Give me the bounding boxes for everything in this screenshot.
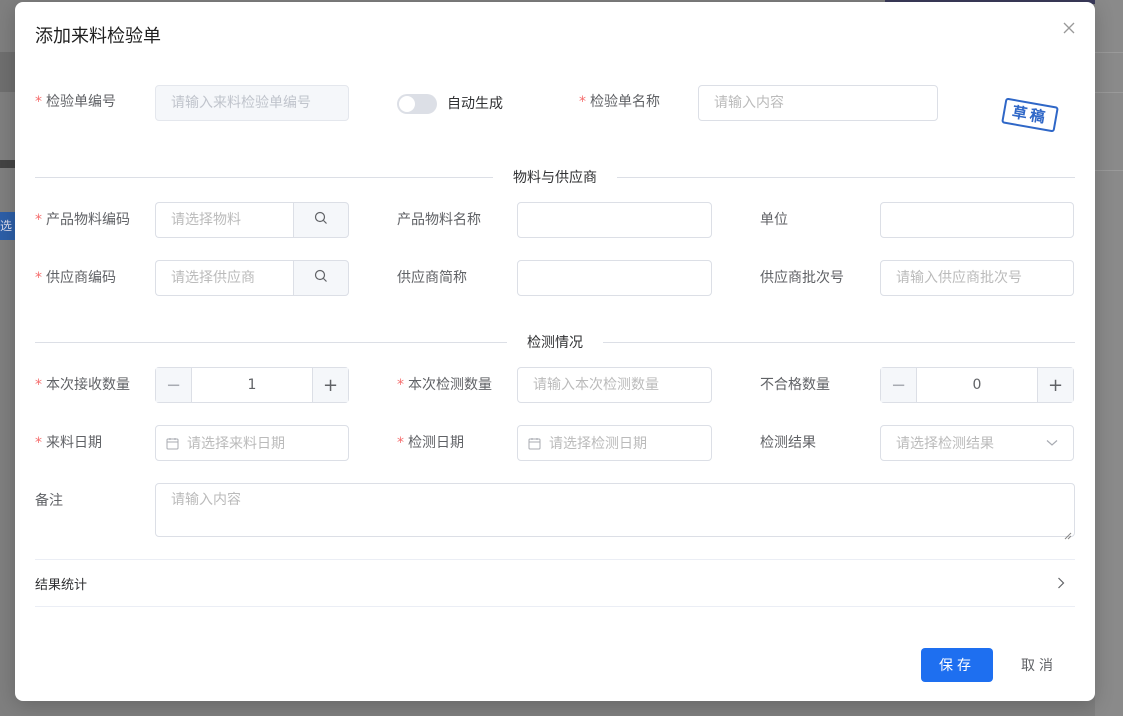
- add-inspection-dialog: 添加来料检验单 * 检验单编号 请输入来料检验单编号 自动生成 * 检验单名称 请输…: [15, 2, 1095, 701]
- unqualified-qty-decrease-button[interactable]: −: [881, 368, 917, 402]
- collapse-title: 结果统计: [35, 577, 88, 593]
- resize-grip-icon[interactable]: [1064, 526, 1072, 540]
- receive-qty-increase-button[interactable]: +: [312, 368, 348, 402]
- inspection-name-label: * 检验单名称: [579, 94, 660, 110]
- item-code-input[interactable]: 请选择物料: [155, 202, 293, 238]
- check-date-label: * 检测日期: [397, 435, 464, 451]
- inspection-code-label: * 检验单编号: [35, 94, 116, 110]
- section-title-material: 物料与供应商: [493, 168, 617, 188]
- check-result-label: 检测结果: [760, 435, 816, 451]
- check-date-placeholder: 请选择检测日期: [549, 436, 647, 452]
- vendor-code-input[interactable]: 请选择供应商: [155, 260, 293, 296]
- unqualified-qty-label: 不合格数量: [760, 377, 830, 393]
- unqualified-qty-value[interactable]: 0: [917, 368, 1037, 402]
- receive-qty-stepper: − 1 +: [155, 367, 349, 403]
- search-icon: [314, 269, 328, 287]
- background-side-tag: 选: [0, 212, 15, 240]
- inspection-name-input[interactable]: 请输入内容: [698, 85, 938, 121]
- save-button[interactable]: 保存: [921, 648, 993, 682]
- vendor-nick-input[interactable]: [517, 260, 712, 296]
- receive-date-placeholder: 请选择来料日期: [187, 436, 285, 452]
- background-right-edge: [1095, 0, 1123, 716]
- inspection-code-input[interactable]: 请输入来料检验单编号: [155, 85, 349, 121]
- result-stats-collapse[interactable]: 结果统计: [35, 559, 1075, 607]
- check-date-picker[interactable]: 请选择检测日期: [517, 425, 712, 461]
- vendor-code-label: * 供应商编码: [35, 270, 116, 286]
- toggle-knob: [399, 96, 415, 112]
- unit-label: 单位: [760, 212, 788, 228]
- chevron-right-icon: [1057, 577, 1065, 589]
- auto-generate-label: 自动生成: [447, 96, 503, 112]
- check-result-select[interactable]: 请选择检测结果: [880, 425, 1074, 461]
- remark-label: 备注: [35, 493, 63, 509]
- close-icon[interactable]: [1063, 20, 1075, 38]
- chevron-down-icon: [1046, 435, 1058, 451]
- search-icon: [314, 211, 328, 229]
- unit-input[interactable]: [880, 202, 1074, 238]
- draft-stamp: 草稿: [1001, 97, 1059, 133]
- auto-generate-toggle[interactable]: [397, 94, 437, 114]
- vendor-batch-label: 供应商批次号: [760, 270, 844, 286]
- cancel-button[interactable]: 取消: [1005, 648, 1073, 682]
- unqualified-qty-increase-button[interactable]: +: [1037, 368, 1073, 402]
- receive-qty-label: * 本次接收数量: [35, 377, 130, 393]
- check-qty-input[interactable]: 请输入本次检测数量: [517, 367, 712, 403]
- remark-textarea[interactable]: 请输入内容: [155, 483, 1075, 540]
- vendor-batch-input[interactable]: 请输入供应商批次号: [880, 260, 1074, 296]
- receive-date-picker[interactable]: 请选择来料日期: [155, 425, 349, 461]
- check-result-placeholder: 请选择检测结果: [896, 436, 994, 452]
- remark-placeholder: 请输入内容: [171, 492, 241, 508]
- background-bar: [0, 160, 15, 168]
- dialog-title: 添加来料检验单: [35, 26, 161, 47]
- section-title-check: 检测情况: [507, 333, 603, 353]
- item-name-input[interactable]: [517, 202, 712, 238]
- item-code-label: * 产品物料编码: [35, 212, 130, 228]
- calendar-icon: [166, 437, 179, 450]
- item-code-input-group: 请选择物料: [155, 202, 349, 238]
- check-qty-label: * 本次检测数量: [397, 377, 492, 393]
- vendor-search-button[interactable]: [293, 260, 349, 296]
- vendor-code-input-group: 请选择供应商: [155, 260, 349, 296]
- vendor-nick-label: 供应商简称: [397, 270, 467, 286]
- receive-qty-decrease-button[interactable]: −: [156, 368, 192, 402]
- unqualified-qty-stepper: − 0 +: [880, 367, 1074, 403]
- item-name-label: 产品物料名称: [397, 212, 481, 228]
- item-search-button[interactable]: [293, 202, 349, 238]
- receive-date-label: * 来料日期: [35, 435, 102, 451]
- calendar-icon: [528, 437, 541, 450]
- receive-qty-value[interactable]: 1: [192, 368, 312, 402]
